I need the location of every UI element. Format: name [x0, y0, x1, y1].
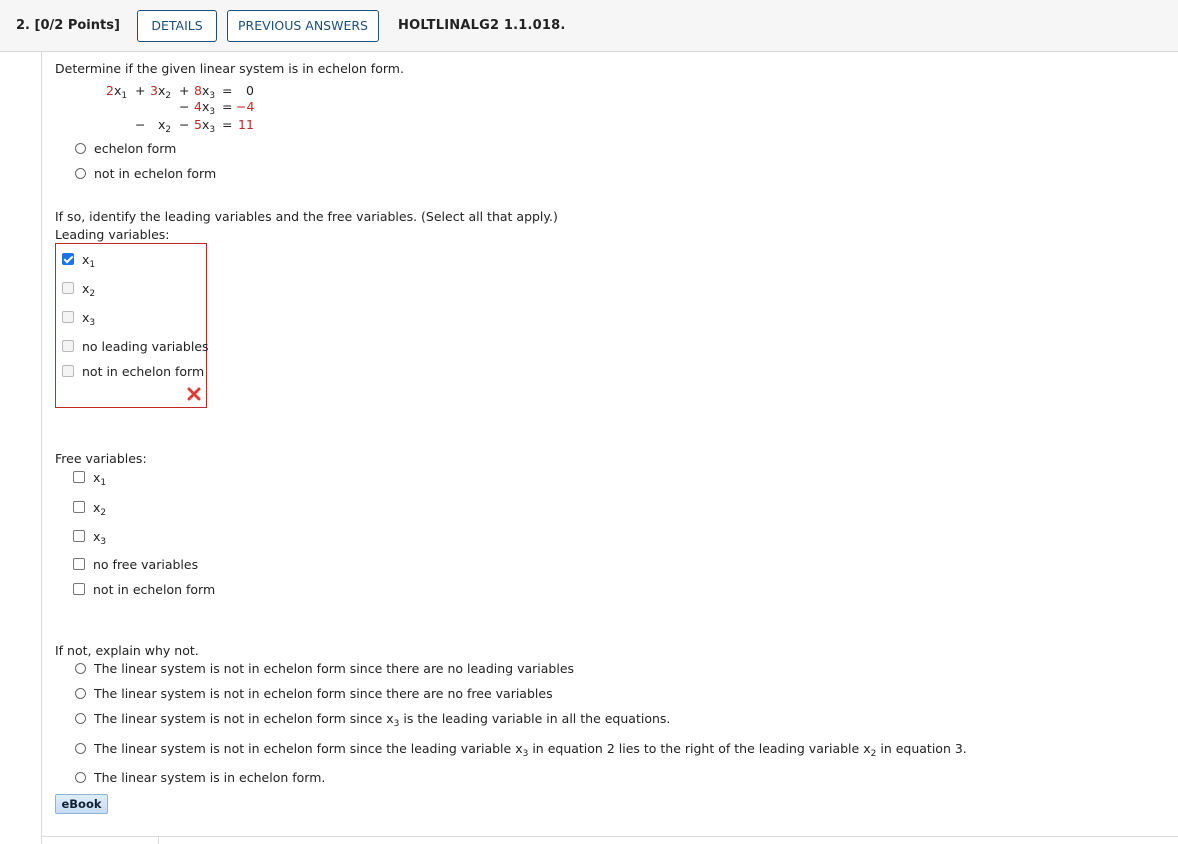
free-label-none[interactable]: no free variables — [93, 557, 198, 572]
rhs-r3: 11 — [238, 117, 254, 132]
leading-checkbox-x2[interactable] — [62, 282, 74, 294]
radio-not-echelon-form[interactable] — [75, 168, 86, 179]
explain-label-3[interactable]: The linear system is not in echelon form… — [94, 711, 670, 729]
coef-r1-x3: 8 — [194, 83, 202, 98]
free-variables-label: Free variables: — [55, 451, 147, 466]
leading-label-x2[interactable]: x2 — [82, 281, 95, 299]
problem-id: HOLTLINALG2 1.1.018. — [398, 18, 566, 33]
rhs-r2: −4 — [236, 99, 255, 114]
bottom-divider-tick — [158, 836, 159, 844]
leading-variables-label: Leading variables: — [55, 227, 170, 242]
label-not-echelon-form[interactable]: not in echelon form — [94, 166, 216, 181]
explain-radio-2[interactable] — [75, 688, 86, 699]
free-checkbox-x1[interactable] — [73, 471, 85, 483]
leading-checkbox-x1[interactable] — [62, 253, 74, 265]
leading-checkbox-none[interactable] — [62, 340, 74, 352]
bottom-divider — [41, 836, 1178, 837]
equals-r2: = — [222, 99, 233, 114]
equals-r3: = — [222, 117, 233, 132]
free-label-x3[interactable]: x3 — [93, 529, 106, 547]
leading-label-not-echelon[interactable]: not in echelon form — [82, 364, 204, 379]
op-r1-1: + — [135, 83, 146, 98]
explain-radio-1[interactable] — [75, 663, 86, 674]
explain-radio-3[interactable] — [75, 713, 86, 724]
op-r1-2: + — [179, 83, 190, 98]
free-checkbox-not-echelon[interactable] — [73, 583, 85, 595]
coef-r2-x3: 4 — [194, 99, 202, 114]
explain-radio-4[interactable] — [75, 743, 86, 754]
leading-label-x3[interactable]: x3 — [82, 310, 95, 328]
explain-label-2[interactable]: The linear system is not in echelon form… — [94, 686, 553, 701]
coef-r3-x3: 5 — [194, 117, 202, 132]
incorrect-x-icon — [187, 387, 201, 401]
previous-answers-button[interactable]: PREVIOUS ANSWERS — [227, 10, 379, 42]
points-label: 2. [0/2 Points] — [16, 18, 120, 33]
leading-variables-error-box — [55, 243, 207, 408]
free-label-x1[interactable]: x1 — [93, 470, 106, 488]
op-r3-2: − — [179, 117, 190, 132]
radio-echelon-form[interactable] — [75, 143, 86, 154]
op-r2: − — [179, 99, 190, 114]
var-r2-x3: x3 — [202, 99, 216, 117]
ebook-button[interactable]: eBook — [55, 794, 108, 814]
leading-checkbox-x3[interactable] — [62, 311, 74, 323]
var-r1-x1: x1 — [114, 83, 128, 101]
question-header: 2. [0/2 Points] DETAILS PREVIOUS ANSWERS… — [0, 0, 1178, 52]
leading-label-none[interactable]: no leading variables — [82, 339, 209, 354]
equals-r1: = — [222, 83, 233, 98]
op-r3-1: − — [135, 117, 146, 132]
explain-label-1[interactable]: The linear system is not in echelon form… — [94, 661, 574, 676]
coef-r1-x1: 2 — [106, 83, 114, 98]
explain-label: If not, explain why not. — [55, 643, 199, 658]
details-button[interactable]: DETAILS — [137, 10, 217, 42]
free-checkbox-x2[interactable] — [73, 501, 85, 513]
rhs-r1: 0 — [246, 83, 254, 98]
explain-label-5[interactable]: The linear system is in echelon form. — [94, 770, 325, 785]
var-r3-x3: x3 — [202, 117, 216, 135]
question-prompt: Determine if the given linear system is … — [55, 61, 404, 76]
free-label-x2[interactable]: x2 — [93, 500, 106, 518]
leading-label-x1[interactable]: x1 — [82, 252, 95, 270]
coef-r1-x2: 3 — [150, 83, 158, 98]
left-divider — [41, 52, 42, 844]
explain-radio-5[interactable] — [75, 772, 86, 783]
select-instruction: If so, identify the leading variables an… — [55, 209, 558, 224]
leading-checkbox-not-echelon[interactable] — [62, 365, 74, 377]
free-checkbox-x3[interactable] — [73, 530, 85, 542]
explain-label-4[interactable]: The linear system is not in echelon form… — [94, 741, 967, 759]
var-r1-x2: x2 — [158, 83, 172, 101]
free-checkbox-none[interactable] — [73, 558, 85, 570]
label-echelon-form[interactable]: echelon form — [94, 141, 176, 156]
free-label-not-echelon[interactable]: not in echelon form — [93, 582, 215, 597]
var-r3-x2: x2 — [158, 117, 172, 135]
